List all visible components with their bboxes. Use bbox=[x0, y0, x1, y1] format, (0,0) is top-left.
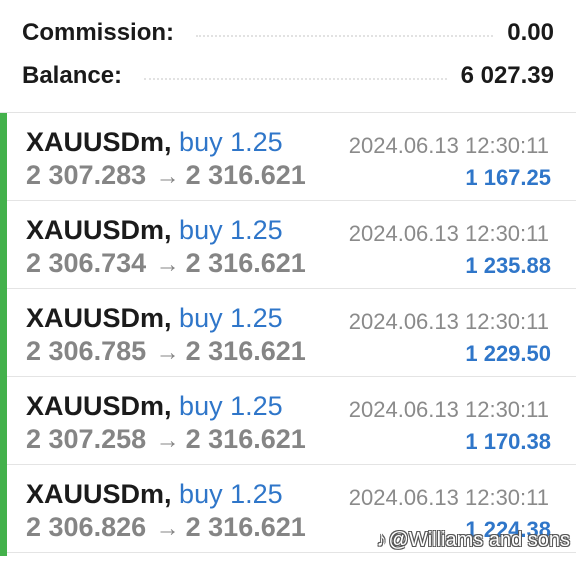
trade-row[interactable]: XAUUSDm, buy 1.25 2024.06.13 12:30:11 2 … bbox=[7, 377, 576, 465]
arrow-icon: → bbox=[155, 515, 180, 542]
balance-value: 6 027.39 bbox=[460, 62, 554, 89]
account-summary: Commission: 0.00 Balance: 6 027.39 bbox=[0, 0, 576, 112]
close-price: 2 316.621 bbox=[185, 512, 306, 542]
watermark: ♪ @Williams and sons bbox=[377, 529, 570, 552]
commission-value: 0.00 bbox=[507, 19, 554, 46]
trade-symbol: XAUUSDm, bbox=[26, 303, 172, 333]
trade-profit: 1 229.50 bbox=[465, 341, 551, 366]
trade-side: buy 1.25 bbox=[179, 479, 283, 509]
trade-row[interactable]: XAUUSDm, buy 1.25 2024.06.13 12:30:11 2 … bbox=[7, 201, 576, 289]
trade-symbol: XAUUSDm, bbox=[26, 479, 172, 509]
open-price: 2 306.826 bbox=[26, 512, 147, 542]
trade-profit: 1 235.88 bbox=[465, 253, 551, 278]
balance-label: Balance: bbox=[22, 62, 123, 89]
trade-side: buy 1.25 bbox=[179, 215, 283, 245]
trade-symbol: XAUUSDm, bbox=[26, 391, 172, 421]
trade-title: XAUUSDm, buy 1.25 bbox=[26, 215, 283, 246]
trade-prices: 2 307.258 → 2 316.621 bbox=[26, 424, 306, 455]
close-price: 2 316.621 bbox=[185, 248, 306, 278]
trade-symbol: XAUUSDm, bbox=[26, 215, 172, 245]
trade-title: XAUUSDm, buy 1.25 bbox=[26, 391, 283, 422]
trade-symbol: XAUUSDm, bbox=[26, 127, 172, 157]
trade-side: buy 1.25 bbox=[179, 303, 283, 333]
dotted-leader bbox=[196, 35, 494, 37]
trade-prices: 2 306.734 → 2 316.621 bbox=[26, 248, 306, 279]
commission-row: Commission: 0.00 bbox=[22, 13, 554, 53]
trade-time: 2024.06.13 12:30:11 bbox=[348, 397, 549, 422]
trade-side: buy 1.25 bbox=[179, 127, 283, 157]
open-price: 2 307.258 bbox=[26, 424, 147, 454]
trade-row[interactable]: XAUUSDm, buy 1.25 2024.06.13 12:30:11 2 … bbox=[7, 289, 576, 377]
trade-title: XAUUSDm, buy 1.25 bbox=[26, 127, 283, 158]
position-accent-bar bbox=[0, 113, 7, 556]
trade-title: XAUUSDm, buy 1.25 bbox=[26, 479, 283, 510]
arrow-icon: → bbox=[155, 251, 180, 278]
open-price: 2 307.283 bbox=[26, 160, 147, 190]
close-price: 2 316.621 bbox=[185, 160, 306, 190]
trade-profit: 1 167.25 bbox=[465, 165, 551, 190]
open-price: 2 306.734 bbox=[26, 248, 147, 278]
close-price: 2 316.621 bbox=[185, 336, 306, 366]
trade-profit: 1 170.38 bbox=[465, 429, 551, 454]
trade-title: XAUUSDm, buy 1.25 bbox=[26, 303, 283, 334]
close-price: 2 316.621 bbox=[185, 424, 306, 454]
arrow-icon: → bbox=[155, 339, 180, 366]
trade-time: 2024.06.13 12:30:11 bbox=[348, 485, 549, 510]
arrow-icon: → bbox=[155, 427, 180, 454]
balance-row: Balance: 6 027.39 bbox=[22, 56, 554, 96]
trade-row[interactable]: XAUUSDm, buy 1.25 2024.06.13 12:30:11 2 … bbox=[7, 113, 576, 201]
trade-prices: 2 307.283 → 2 316.621 bbox=[26, 160, 306, 191]
tiktok-icon: ♪ bbox=[376, 529, 387, 551]
trade-prices: 2 306.826 → 2 316.621 bbox=[26, 512, 306, 543]
trade-history-list: XAUUSDm, buy 1.25 2024.06.13 12:30:11 2 … bbox=[0, 112, 576, 559]
trade-time: 2024.06.13 12:30:11 bbox=[348, 133, 549, 158]
open-price: 2 306.785 bbox=[26, 336, 147, 366]
commission-label: Commission: bbox=[22, 19, 175, 46]
dotted-leader bbox=[144, 78, 447, 80]
trade-time: 2024.06.13 12:30:11 bbox=[348, 309, 549, 334]
arrow-icon: → bbox=[155, 163, 180, 190]
trade-time: 2024.06.13 12:30:11 bbox=[348, 221, 549, 246]
trade-side: buy 1.25 bbox=[179, 391, 283, 421]
trade-prices: 2 306.785 → 2 316.621 bbox=[26, 336, 306, 367]
watermark-text: @Williams and sons bbox=[388, 529, 570, 551]
